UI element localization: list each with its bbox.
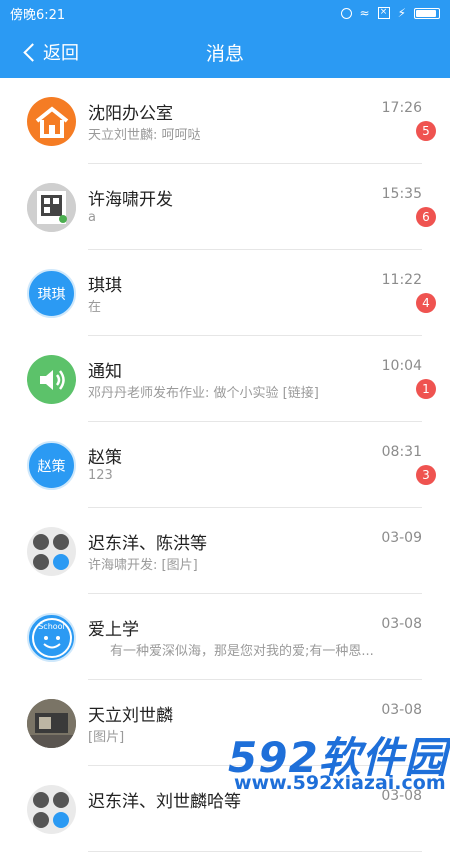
member-avatar	[33, 812, 49, 828]
status-bar: 傍晚6:21 ≈ × ⚡	[0, 0, 450, 26]
conversation-time: 08:31	[382, 444, 422, 460]
member-avatar	[53, 554, 69, 570]
unread-badge: 5	[416, 121, 436, 141]
conversation-time: 03-09	[381, 530, 422, 546]
status-icons: ≈ × ⚡	[341, 6, 441, 20]
unread-badge: 1	[416, 379, 436, 399]
avatar	[27, 699, 76, 748]
conversation-time: 11:22	[382, 272, 422, 288]
conversation-time: 03-08	[381, 616, 422, 632]
chevron-left-icon	[23, 43, 41, 61]
avatar-initials: 琪琪	[38, 284, 66, 304]
battery-icon	[414, 8, 440, 19]
conversation-name: 沈阳办公室	[88, 99, 173, 124]
group-avatar	[27, 785, 76, 834]
conversation-name: 爱上学	[88, 615, 139, 640]
conversation-name: 通知	[88, 357, 122, 382]
conversation-name: 迟东洋、陈洪等	[88, 529, 207, 554]
conversation-item[interactable]: 赵策 赵策 123 08:31 3	[0, 422, 450, 508]
member-avatar	[33, 554, 49, 570]
conversation-item[interactable]: 迟东洋、陈洪等 许海啸开发: [图片] 03-09	[0, 508, 450, 594]
wifi-icon: ≈	[360, 6, 370, 20]
watermark-url: www.592xiazai.com	[234, 772, 446, 794]
conversation-time: 10:04	[382, 358, 422, 374]
conversation-name: 琪琪	[88, 271, 122, 296]
speaker-icon	[37, 367, 67, 393]
conversation-preview: 有一种爱深似海，那是您对我的爱;有一种恩...	[110, 640, 374, 659]
conversation-preview: 邓丹丹老师发布作业: 做个小实验 [链接]	[88, 382, 319, 401]
avatar: 琪琪	[27, 269, 76, 318]
conversation-item[interactable]: School 爱上学 有一种爱深似海，那是您对我的爱;有一种恩... 03-08	[0, 594, 450, 680]
app-bar: 返回 消息	[0, 26, 450, 78]
conversation-name: 天立刘世麟	[88, 701, 173, 726]
member-avatar	[33, 534, 49, 550]
back-button[interactable]: 返回	[20, 26, 79, 78]
conversation-item[interactable]: 许海啸开发 a 15:35 6	[0, 164, 450, 250]
avatar: School	[27, 613, 76, 662]
conversation-preview: [图片]	[88, 726, 124, 745]
status-time: 傍晚6:21	[10, 4, 341, 23]
house-icon	[34, 106, 70, 138]
photo-avatar-icon	[27, 699, 76, 748]
conversation-preview: a	[88, 210, 96, 225]
avatar	[27, 183, 76, 232]
member-avatar	[53, 534, 69, 550]
charging-icon: ⚡	[398, 6, 406, 20]
no-sim-icon: ×	[378, 7, 390, 19]
unread-badge: 6	[416, 207, 436, 227]
avatar	[27, 97, 76, 146]
watermark: 592软件园 www.592xiazai.com	[222, 718, 450, 800]
avatar-label: School	[38, 622, 65, 631]
conversation-preview: 许海啸开发: [图片]	[88, 554, 198, 573]
unread-badge: 3	[416, 465, 436, 485]
unread-badge: 4	[416, 293, 436, 313]
conversation-name: 赵策	[88, 443, 122, 468]
back-label: 返回	[43, 39, 79, 65]
avatar-initials: 赵策	[38, 456, 66, 476]
conversation-preview: 123	[88, 468, 113, 483]
conversation-time: 17:26	[382, 100, 422, 116]
conversation-time: 15:35	[382, 186, 422, 202]
conversation-preview: 在	[88, 296, 101, 315]
conversation-item[interactable]: 沈阳办公室 天立刘世麟: 呵呵哒 17:26 5	[0, 78, 450, 164]
conversation-item[interactable]: 通知 邓丹丹老师发布作业: 做个小实验 [链接] 10:04 1	[0, 336, 450, 422]
conversation-time: 03-08	[381, 702, 422, 718]
avatar	[27, 355, 76, 404]
avatar: 赵策	[27, 441, 76, 490]
group-avatar	[27, 527, 76, 576]
conversation-item[interactable]: 琪琪 琪琪 在 11:22 4	[0, 250, 450, 336]
photo-avatar-icon	[27, 183, 76, 232]
conversation-preview: 天立刘世麟: 呵呵哒	[88, 124, 201, 143]
alarm-icon	[341, 8, 352, 19]
member-avatar	[53, 812, 69, 828]
conversation-name: 许海啸开发	[88, 185, 173, 210]
